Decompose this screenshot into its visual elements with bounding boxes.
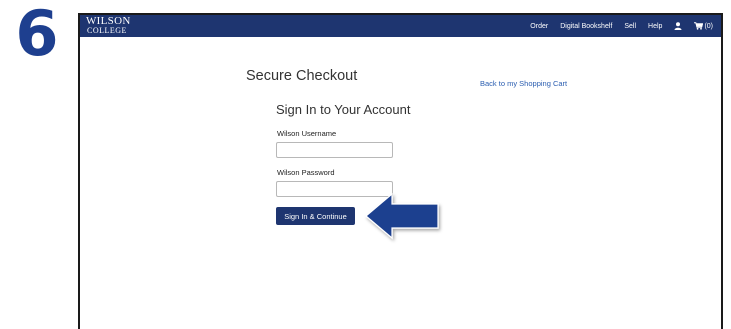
cart-link[interactable]: (0) [694,22,713,30]
signin-heading: Sign In to Your Account [276,102,411,117]
step-number: 6 [15,0,59,70]
nav-items: Order Digital Bookshelf Sell Help (0) [530,15,713,37]
arrow-left-icon [364,190,444,246]
top-navbar: WILSON COLLEGE Order Digital Bookshelf S… [80,15,721,37]
nav-help[interactable]: Help [648,23,662,30]
password-label: Wilson Password [277,168,335,177]
sign-in-continue-button[interactable]: Sign In & Continue [276,207,355,225]
cart-count: (0) [704,22,713,30]
college-logo[interactable]: WILSON COLLEGE [86,15,131,36]
username-input[interactable] [276,142,393,158]
nav-digital-bookshelf[interactable]: Digital Bookshelf [560,23,612,30]
logo-line-2: COLLEGE [87,26,127,35]
nav-sell[interactable]: Sell [624,23,636,30]
cart-icon [694,22,704,30]
browser-frame: WILSON COLLEGE Order Digital Bookshelf S… [78,13,723,329]
page-title: Secure Checkout [246,68,358,84]
username-label: Wilson Username [277,129,337,138]
logo-line-1: WILSON [86,15,131,27]
back-to-cart-link[interactable]: Back to my Shopping Cart [480,79,567,88]
nav-order[interactable]: Order [530,23,548,30]
user-icon[interactable] [674,22,682,30]
